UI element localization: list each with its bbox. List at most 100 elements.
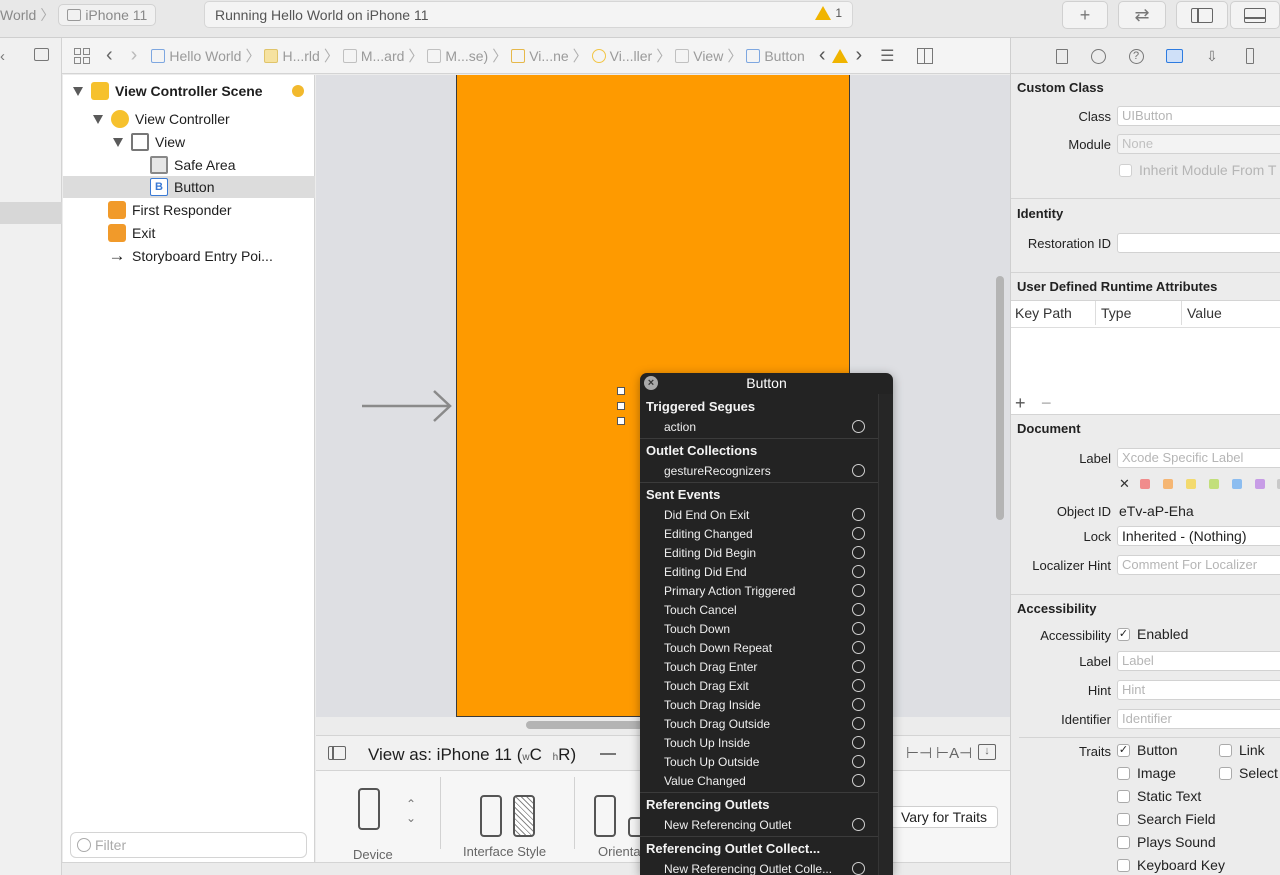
remove-attribute-button[interactable]: − xyxy=(1041,393,1052,414)
crumb-storyboard[interactable]: M...ard xyxy=(342,48,404,64)
disclosure-triangle-icon[interactable] xyxy=(113,137,123,147)
message-icon[interactable] xyxy=(34,48,49,61)
add-attribute-button[interactable]: + xyxy=(1015,393,1026,414)
col-key-path[interactable]: Key Path xyxy=(1015,305,1072,321)
swatch-red[interactable] xyxy=(1140,479,1150,489)
crumb-controller[interactable]: Vi...ller xyxy=(591,48,652,64)
inherit-module-checkbox[interactable] xyxy=(1119,164,1132,177)
crumb-scene[interactable]: Vi...ne xyxy=(511,48,569,64)
document-items-icon[interactable]: ☰ xyxy=(880,46,894,66)
trait-selected-checkbox[interactable] xyxy=(1219,767,1232,780)
help-inspector-icon[interactable]: ? xyxy=(1127,47,1145,65)
prev-issue-icon[interactable]: ‹ xyxy=(819,44,826,67)
hud-scroll-track[interactable] xyxy=(878,394,893,875)
resolve-issues-icon[interactable]: ↓ xyxy=(978,744,996,760)
outline-safe-area[interactable]: Safe Area xyxy=(63,154,315,176)
trait-button-checkbox[interactable]: ✓ xyxy=(1117,744,1130,757)
connection-circle-icon[interactable] xyxy=(852,698,865,711)
outline-filter[interactable]: Filter xyxy=(70,832,307,858)
related-items-icon[interactable] xyxy=(74,47,90,64)
goto-arrow-icon[interactable] xyxy=(292,85,304,97)
connection-circle-icon[interactable] xyxy=(852,641,865,654)
class-field[interactable]: UIButton xyxy=(1117,106,1280,126)
crumb-base[interactable]: M...se) xyxy=(427,48,488,64)
connection-circle-icon[interactable] xyxy=(852,420,865,433)
connection-circle-icon[interactable] xyxy=(852,717,865,730)
connection-circle-icon[interactable] xyxy=(852,818,865,831)
crumb-button[interactable]: Button xyxy=(746,48,805,64)
clear-color-icon[interactable]: ✕ xyxy=(1119,476,1130,492)
connection-circle-icon[interactable] xyxy=(852,546,865,559)
connection-circle-icon[interactable] xyxy=(852,603,865,616)
outline-storyboard-entry-point[interactable]: → Storyboard Entry Poi... xyxy=(63,245,315,267)
outline-toggle-icon[interactable] xyxy=(328,746,346,760)
connection-circle-icon[interactable] xyxy=(852,660,865,673)
align-icon[interactable]: ⊢⊣ xyxy=(906,744,932,762)
localizer-hint-field[interactable]: Comment For Localizer xyxy=(1117,555,1280,575)
connection-circle-icon[interactable] xyxy=(852,527,865,540)
col-type[interactable]: Type xyxy=(1101,305,1131,321)
a11y-label-field[interactable]: Label xyxy=(1117,651,1280,671)
add-constraints-icon[interactable]: ⊢A⊣ xyxy=(936,744,972,762)
add-editor-icon[interactable] xyxy=(916,47,933,64)
entry-point-arrow-icon[interactable] xyxy=(362,388,454,424)
lock-select[interactable]: Inherited - (Nothing) xyxy=(1117,526,1280,546)
swatch-green[interactable] xyxy=(1209,479,1219,489)
col-value[interactable]: Value xyxy=(1187,305,1222,321)
trait-link-checkbox[interactable] xyxy=(1219,744,1232,757)
a11y-hint-field[interactable]: Hint xyxy=(1117,680,1280,700)
toggle-navigator-button[interactable] xyxy=(1176,1,1228,29)
warning-badge[interactable]: 1 xyxy=(815,6,842,20)
connection-circle-icon[interactable] xyxy=(852,584,865,597)
trait-static-text-checkbox[interactable] xyxy=(1117,790,1130,803)
outline-view[interactable]: View xyxy=(63,131,315,153)
connection-circle-icon[interactable] xyxy=(852,508,865,521)
history-inspector-icon[interactable] xyxy=(1089,47,1107,65)
zoom-out-icon[interactable] xyxy=(600,753,616,755)
device-selector[interactable]: iPhone 11 xyxy=(58,4,157,26)
swatch-yellow[interactable] xyxy=(1186,479,1196,489)
portrait-orientation-icon[interactable] xyxy=(594,795,616,837)
device-phone-icon[interactable] xyxy=(358,788,380,830)
toggle-debug-area-button[interactable] xyxy=(1230,1,1280,29)
chevron-left-icon[interactable]: ‹ xyxy=(0,48,5,65)
trait-search-field-checkbox[interactable] xyxy=(1117,813,1130,826)
file-inspector-icon[interactable] xyxy=(1053,47,1071,65)
outline-first-responder[interactable]: First Responder xyxy=(63,199,315,221)
connection-circle-icon[interactable] xyxy=(852,565,865,578)
identity-inspector-icon[interactable] xyxy=(1165,47,1183,65)
attributes-inspector-icon[interactable]: ⇩ xyxy=(1203,47,1221,65)
swatch-purple[interactable] xyxy=(1255,479,1265,489)
canvas-vertical-scrollbar[interactable] xyxy=(996,276,1004,520)
restoration-id-field[interactable] xyxy=(1117,233,1280,253)
view-as-label[interactable]: View as: iPhone 11 (wC hR) xyxy=(368,745,576,765)
document-label-field[interactable]: Xcode Specific Label xyxy=(1117,448,1280,468)
outline-scene[interactable]: View Controller Scene xyxy=(63,80,315,102)
outline-view-controller[interactable]: View Controller xyxy=(63,108,315,130)
device-stepper-icon[interactable]: ⌃ ⌄ xyxy=(406,797,416,825)
connection-circle-icon[interactable] xyxy=(852,622,865,635)
connection-circle-icon[interactable] xyxy=(852,679,865,692)
disclosure-triangle-icon[interactable] xyxy=(73,86,83,96)
connection-circle-icon[interactable] xyxy=(852,464,865,477)
trait-keyboard-key-checkbox[interactable] xyxy=(1117,859,1130,872)
dark-style-icon[interactable] xyxy=(513,795,535,837)
close-icon[interactable]: × xyxy=(644,376,658,390)
connections-inspector-icon[interactable]: › xyxy=(1273,47,1280,65)
swatch-blue[interactable] xyxy=(1232,479,1242,489)
connection-circle-icon[interactable] xyxy=(852,862,865,875)
library-plus-button[interactable]: + xyxy=(1062,1,1108,29)
connection-circle-icon[interactable] xyxy=(852,736,865,749)
trait-plays-sound-checkbox[interactable] xyxy=(1117,836,1130,849)
scheme-label[interactable]: World xyxy=(0,7,36,23)
disclosure-triangle-icon[interactable] xyxy=(93,114,103,124)
button-selection-handles[interactable] xyxy=(616,386,636,426)
light-style-icon[interactable] xyxy=(480,795,502,837)
enabled-checkbox[interactable]: ✓ xyxy=(1117,628,1130,641)
a11y-identifier-field[interactable]: Identifier xyxy=(1117,709,1280,729)
trait-image-checkbox[interactable] xyxy=(1117,767,1130,780)
size-inspector-icon[interactable] xyxy=(1241,47,1259,65)
scheme-selector[interactable]: World 〉 iPhone 11 xyxy=(0,2,157,28)
code-review-button[interactable]: ⇄ xyxy=(1118,1,1166,29)
swatch-orange[interactable] xyxy=(1163,479,1173,489)
